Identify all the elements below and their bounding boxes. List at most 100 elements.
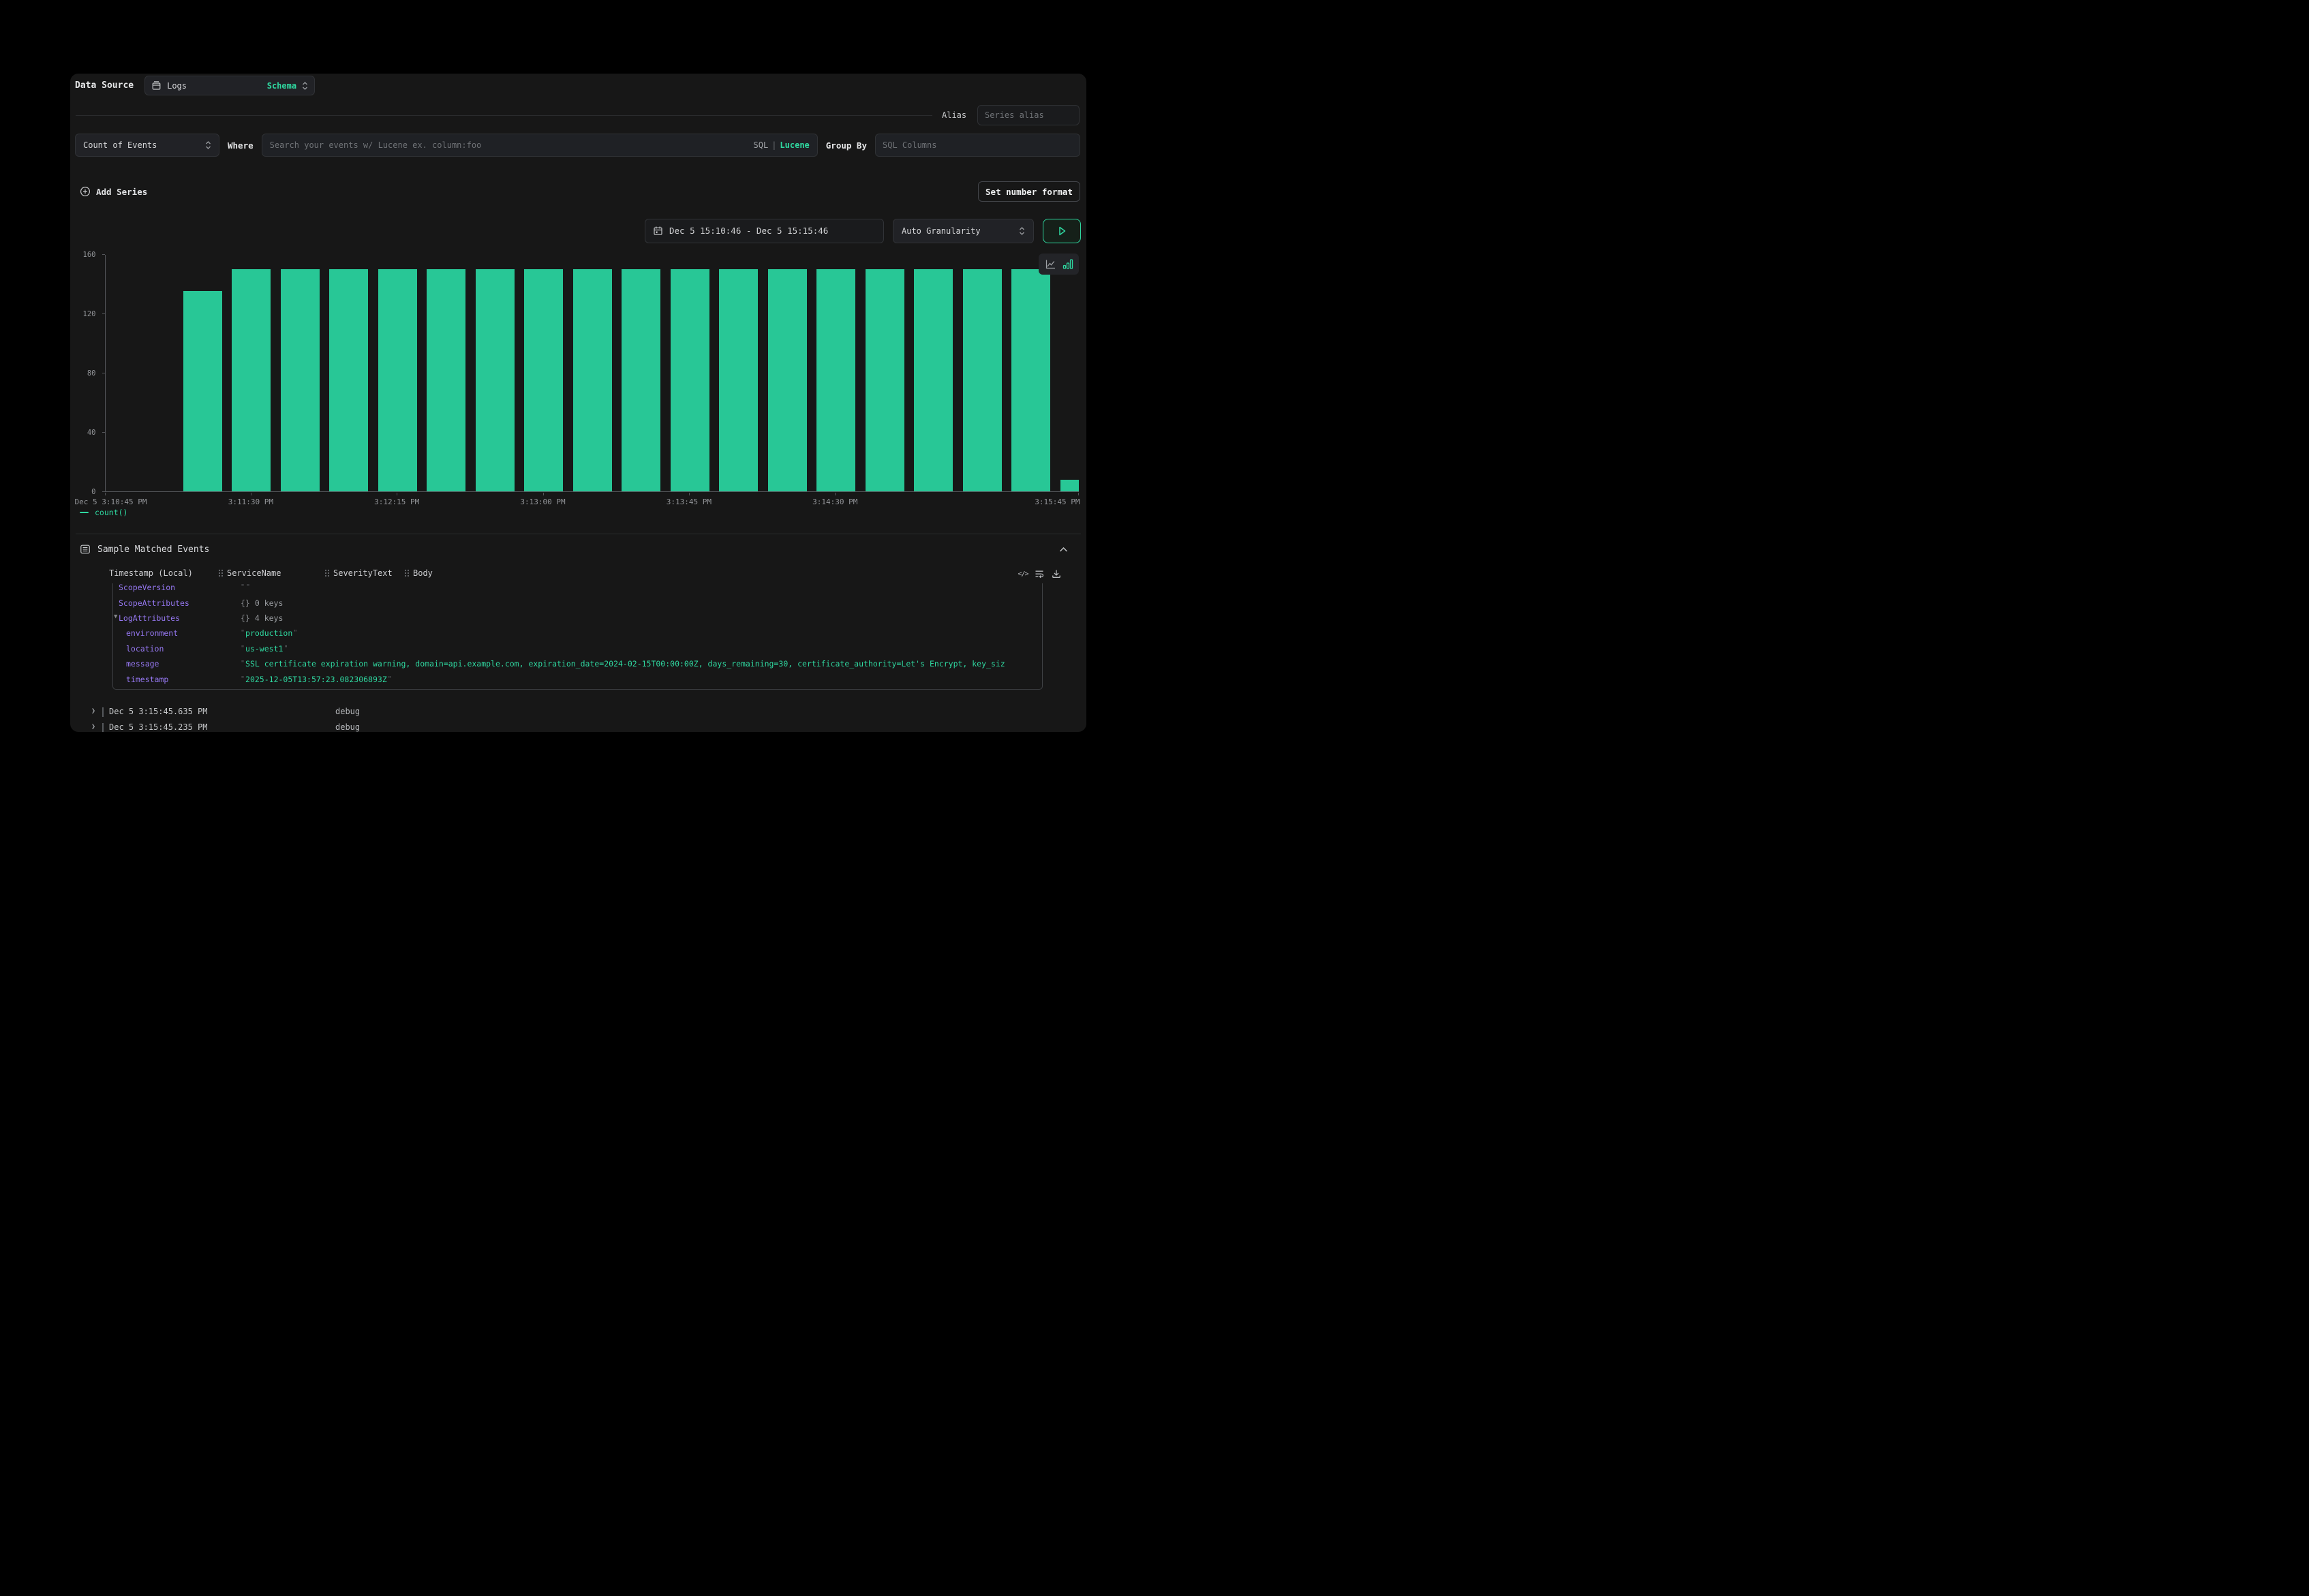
chart-bar[interactable] bbox=[768, 269, 807, 491]
field-key: timestamp bbox=[119, 675, 241, 684]
field-location[interactable]: location us-west1 bbox=[113, 641, 1042, 656]
chart-bar[interactable] bbox=[1060, 480, 1079, 491]
run-query-button[interactable] bbox=[1043, 219, 1081, 243]
events-column-headers: Timestamp (Local) ServiceName SeverityTe… bbox=[70, 568, 1086, 581]
expand-chevron-icon[interactable]: ❯ bbox=[91, 707, 95, 715]
chart-bar[interactable] bbox=[914, 269, 953, 491]
chart-bar[interactable] bbox=[866, 269, 904, 491]
x-axis-labels: Dec 5 3:10:45 PM3:11:30 PM3:12:15 PM3:13… bbox=[105, 497, 1079, 507]
caret-down-icon[interactable]: ▼ bbox=[114, 613, 117, 620]
field-key: ScopeVersion bbox=[119, 583, 241, 592]
logs-source-icon bbox=[151, 80, 162, 91]
time-controls-row: Dec 5 15:10:46 - Dec 5 15:15:46 Auto Gra… bbox=[645, 218, 1081, 243]
schema-mode-label: Schema bbox=[267, 81, 296, 91]
column-label: ServiceName bbox=[227, 568, 281, 578]
chevron-updown-icon bbox=[205, 141, 211, 149]
chart-bar[interactable] bbox=[329, 269, 368, 491]
chevron-updown-icon bbox=[1019, 227, 1025, 235]
search-box: SQL| Lucene bbox=[262, 134, 818, 157]
field-timestamp[interactable]: timestamp 2025-12-05T13:57:23.082306893Z bbox=[113, 671, 1042, 686]
aggregation-select[interactable]: Count of Events bbox=[75, 134, 219, 157]
chart-bar[interactable] bbox=[378, 269, 417, 491]
chart-bar[interactable] bbox=[671, 269, 709, 491]
chart-bar[interactable] bbox=[476, 269, 515, 491]
toggle-divider: | bbox=[771, 140, 776, 150]
expand-chevron-icon[interactable]: ❯ bbox=[91, 723, 95, 731]
drag-handle-icon bbox=[218, 569, 224, 577]
field-value: 2025-12-05T13:57:23.082306893Z bbox=[241, 675, 1042, 684]
time-range-picker[interactable]: Dec 5 15:10:46 - Dec 5 15:15:46 bbox=[645, 219, 884, 243]
add-series-button[interactable]: Add Series bbox=[80, 181, 147, 202]
field-key: location bbox=[119, 644, 241, 654]
granularity-select[interactable]: Auto Granularity bbox=[893, 219, 1034, 243]
field-value: {}4 keys bbox=[241, 613, 1042, 623]
alias-input[interactable] bbox=[977, 105, 1080, 125]
column-label: SeverityText bbox=[333, 568, 393, 578]
column-servicename[interactable]: ServiceName bbox=[218, 568, 281, 578]
circle-plus-icon bbox=[80, 186, 91, 197]
language-toggle[interactable]: SQL| Lucene bbox=[754, 140, 810, 150]
view-source-icon[interactable]: </> bbox=[1018, 568, 1028, 579]
event-rows: ❯ Dec 5 3:15:45.635 PM debug ❯ Dec 5 3:1… bbox=[70, 705, 1086, 732]
chart-legend[interactable]: count() bbox=[80, 508, 127, 517]
group-by-input[interactable] bbox=[875, 134, 1080, 157]
drag-handle-icon bbox=[324, 569, 330, 577]
event-row[interactable]: ❯ Dec 5 3:15:45.635 PM debug bbox=[70, 705, 1086, 720]
chart-bar[interactable] bbox=[281, 269, 320, 491]
x-tick-mark bbox=[689, 493, 690, 495]
alias-divider bbox=[76, 115, 932, 116]
text-wrap-icon[interactable] bbox=[1034, 568, 1045, 579]
object-key-count: 4 keys bbox=[255, 613, 284, 623]
x-tick-mark bbox=[835, 493, 836, 495]
legend-series-name: count() bbox=[95, 508, 127, 517]
play-icon bbox=[1056, 225, 1068, 237]
chart-bar[interactable] bbox=[816, 269, 855, 491]
expanded-event-detail: ScopeVersion ScopeAttributes {}0 keys ▼ … bbox=[112, 583, 1043, 690]
field-key: ScopeAttributes bbox=[119, 598, 241, 608]
field-scopeattributes[interactable]: ScopeAttributes {}0 keys bbox=[113, 595, 1042, 610]
field-value: {}0 keys bbox=[241, 598, 1042, 608]
event-row[interactable]: ❯ Dec 5 3:15:45.235 PM debug bbox=[70, 720, 1086, 733]
alias-input-wrap bbox=[977, 105, 1080, 125]
chart-bar[interactable] bbox=[719, 269, 758, 491]
event-severity: debug bbox=[335, 707, 360, 716]
column-timestamp[interactable]: Timestamp (Local) bbox=[109, 568, 193, 578]
chart-bar[interactable] bbox=[183, 291, 222, 491]
chart-bar[interactable] bbox=[232, 269, 271, 491]
field-message[interactable]: message SSL certificate expiration warni… bbox=[113, 656, 1042, 671]
field-scopeversion[interactable]: ScopeVersion bbox=[113, 583, 1042, 595]
time-range-value: Dec 5 15:10:46 - Dec 5 15:15:46 bbox=[669, 226, 828, 236]
chevron-up-icon bbox=[1059, 547, 1068, 553]
group-by-input-wrap bbox=[875, 134, 1080, 157]
data-source-label: Data Source bbox=[75, 80, 134, 91]
chart-plot bbox=[105, 255, 1079, 492]
chart-bar[interactable] bbox=[963, 269, 1002, 491]
chart-bar[interactable] bbox=[573, 269, 612, 491]
line-chart-icon[interactable] bbox=[1045, 259, 1056, 270]
column-body[interactable]: Body bbox=[404, 568, 433, 578]
bar-chart-icon[interactable] bbox=[1062, 258, 1073, 270]
chart-bar[interactable] bbox=[427, 269, 465, 491]
lucene-option[interactable]: Lucene bbox=[780, 140, 809, 150]
field-logattributes[interactable]: ▼ LogAttributes {}4 keys bbox=[113, 611, 1042, 626]
collapse-section-button[interactable] bbox=[1057, 544, 1069, 555]
chart-bar[interactable] bbox=[524, 269, 563, 491]
x-axis-ticks bbox=[105, 492, 1079, 496]
calendar-icon bbox=[653, 226, 663, 236]
download-icon[interactable] bbox=[1051, 568, 1062, 579]
log-attribute-fields: ScopeVersion ScopeAttributes {}0 keys ▼ … bbox=[113, 583, 1042, 687]
chart-bar[interactable] bbox=[1011, 269, 1050, 491]
event-list-icon bbox=[80, 544, 91, 555]
set-number-format-button[interactable]: Set number format bbox=[978, 181, 1080, 202]
sql-option[interactable]: SQL bbox=[754, 140, 769, 150]
column-severitytext[interactable]: SeverityText bbox=[324, 568, 393, 578]
data-source-select[interactable]: Logs Schema bbox=[144, 76, 315, 95]
chart-bar[interactable] bbox=[622, 269, 660, 491]
field-environment[interactable]: environment production bbox=[113, 626, 1042, 641]
drag-handle-icon bbox=[404, 569, 410, 577]
empty-string-value bbox=[241, 583, 250, 592]
aggregation-value: Count of Events bbox=[83, 140, 205, 150]
field-value: production bbox=[241, 628, 1042, 638]
object-key-count: 0 keys bbox=[255, 598, 284, 608]
search-input[interactable] bbox=[270, 134, 749, 156]
